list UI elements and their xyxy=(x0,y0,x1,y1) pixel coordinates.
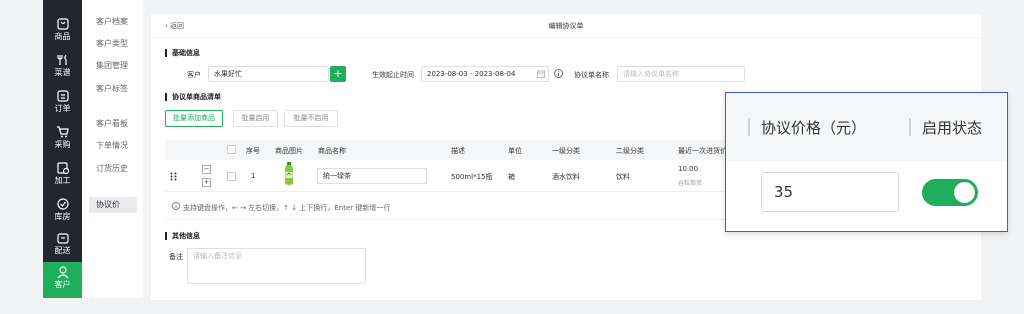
drag-handle-icon[interactable] xyxy=(170,172,177,181)
column-header: 最近一次进货价 xyxy=(678,147,727,155)
row-divider xyxy=(165,191,735,192)
section-title-basic: 基础信息 xyxy=(165,49,200,57)
row-category-1: 酒水饮料 xyxy=(552,173,580,181)
bulk-enable-button[interactable]: 批量启用 xyxy=(233,110,278,127)
row-description: 500ml*15瓶 xyxy=(451,173,493,181)
keyboard-hint: 支持键盘操作，← → 左右切换，↑ ↓ 上下换行，Enter 键新增一行 xyxy=(183,204,391,212)
subnav-item-customer-profiles[interactable]: 客户档案 xyxy=(89,14,137,30)
nav-item-warehouse[interactable]: 库房 xyxy=(43,194,82,230)
product-name-value: 统一绿茶 xyxy=(323,172,351,180)
row-index: 1 xyxy=(251,172,256,180)
period-range-picker[interactable]: 2023-08-03 - 2023-08-04 xyxy=(421,66,549,82)
period-label: 生效起止时间 xyxy=(372,71,414,79)
subnav-item-customer-types[interactable]: 客户类型 xyxy=(89,36,137,52)
nav-item-customer[interactable]: 客户 xyxy=(43,262,82,298)
price-status-callout: 协议价格（元） 启用状态 35 xyxy=(725,92,1008,232)
product-name-field[interactable]: 统一绿茶 xyxy=(317,168,427,184)
plus-icon: + xyxy=(333,67,343,80)
customer-label: 客户 xyxy=(187,71,201,79)
subnav-item-group-management[interactable]: 集团管理 xyxy=(89,58,137,74)
order-icon xyxy=(56,90,69,102)
agreement-price-input[interactable]: 35 xyxy=(761,172,899,212)
subnav-item-order-history[interactable]: 订货历史 xyxy=(89,161,137,177)
remove-row-button[interactable]: − xyxy=(202,165,211,174)
goods-icon xyxy=(56,18,69,30)
calendar-icon xyxy=(537,70,545,78)
info-icon[interactable] xyxy=(554,69,563,78)
enable-status-header: 启用状态 xyxy=(922,119,983,137)
nav-item-recipes[interactable]: 菜谱 xyxy=(43,50,82,86)
subnav-item-agreement-price[interactable]: 协议价 xyxy=(89,197,137,213)
column-header: 描述 xyxy=(451,147,465,155)
table-bottom-divider xyxy=(165,219,735,220)
remark-textarea[interactable]: 请输入备注信息 xyxy=(187,248,366,284)
nav-item-purchase[interactable]: 采购 xyxy=(43,122,82,158)
page-title: 编辑协议单 xyxy=(548,22,584,30)
delivery-icon xyxy=(56,233,69,244)
customer-subnav: 客户档案 客户类型 集团管理 客户标签 客户看板 下单情况 订货历史 协议价 xyxy=(82,0,143,298)
subnav-item-customer-dashboard[interactable]: 客户看板 xyxy=(89,116,137,132)
cart-icon xyxy=(56,126,69,138)
nav-label: 采购 xyxy=(54,140,71,149)
nav-label: 菜谱 xyxy=(54,68,71,77)
section-title-other: 其他信息 xyxy=(165,232,200,240)
customer-icon xyxy=(57,266,68,279)
nav-item-goods[interactable]: 商品 xyxy=(43,14,82,50)
nav-label: 订单 xyxy=(54,104,71,113)
column-header: 商品名称 xyxy=(318,147,346,155)
bulk-add-goods-button[interactable]: 批量添加商品 xyxy=(165,110,223,127)
goods-table-header: 序号 商品图片 商品名称 描述 单位 一级分类 二级分类 最近一次进货价 xyxy=(165,140,735,160)
agreement-name-label: 协议单名称 xyxy=(574,71,609,79)
callout-header: 协议价格（元） 启用状态 xyxy=(726,93,1006,161)
row-last-price: 10.00 xyxy=(678,165,699,173)
nav-item-delivery[interactable]: 配送 xyxy=(43,228,82,264)
add-row-button[interactable]: + xyxy=(202,178,211,187)
period-value: 2023-08-03 - 2023-08-04 xyxy=(427,70,516,78)
agreement-price-header: 协议价格（元） xyxy=(761,119,867,137)
row-unit: 箱 xyxy=(508,173,515,181)
nav-label: 加工 xyxy=(54,176,71,185)
add-customer-button[interactable]: + xyxy=(330,66,346,82)
warehouse-icon xyxy=(56,198,69,210)
select-all-checkbox[interactable] xyxy=(227,145,236,154)
nav-item-processing[interactable]: 加工 xyxy=(43,158,82,194)
row-last-supplier: 谷粒商贸 xyxy=(678,180,703,187)
column-header: 一级分类 xyxy=(552,147,580,155)
column-header: 商品图片 xyxy=(275,147,303,155)
product-image xyxy=(285,162,293,185)
nav-label: 配送 xyxy=(54,246,71,255)
column-header: 二级分类 xyxy=(616,147,644,155)
utensils-icon xyxy=(56,54,67,65)
subnav-item-order-status[interactable]: 下单情况 xyxy=(89,138,137,154)
remark-label: 备注 xyxy=(169,253,183,261)
process-icon xyxy=(56,162,69,175)
nav-label: 客户 xyxy=(54,280,71,289)
page-header: ‹ 返回 编辑协议单 xyxy=(151,14,981,38)
nav-label: 库房 xyxy=(54,212,71,221)
nav-label: 商品 xyxy=(54,32,71,41)
section-title-goods: 协议单商品清单 xyxy=(165,93,221,101)
subnav-item-customer-tags[interactable]: 客户标签 xyxy=(89,81,137,97)
enable-status-toggle[interactable] xyxy=(922,179,978,206)
column-separator xyxy=(748,118,750,136)
agreement-name-input[interactable]: 请输入协议单名称 xyxy=(617,66,745,82)
column-separator xyxy=(909,118,911,136)
column-header: 单位 xyxy=(508,147,522,155)
column-header: 序号 xyxy=(246,147,260,155)
bulk-disable-button[interactable]: 批量不启用 xyxy=(284,110,338,127)
info-circle-icon xyxy=(172,202,180,210)
toggle-knob xyxy=(954,182,975,203)
nav-item-orders[interactable]: 订单 xyxy=(43,86,82,122)
customer-field[interactable]: 水果好忙 xyxy=(208,66,329,82)
row-category-2: 饮料 xyxy=(616,173,630,181)
row-checkbox[interactable] xyxy=(227,172,236,181)
main-nav-rail: 商品 菜谱 订单 采购 加工 库房 配送 客户 xyxy=(43,0,82,298)
